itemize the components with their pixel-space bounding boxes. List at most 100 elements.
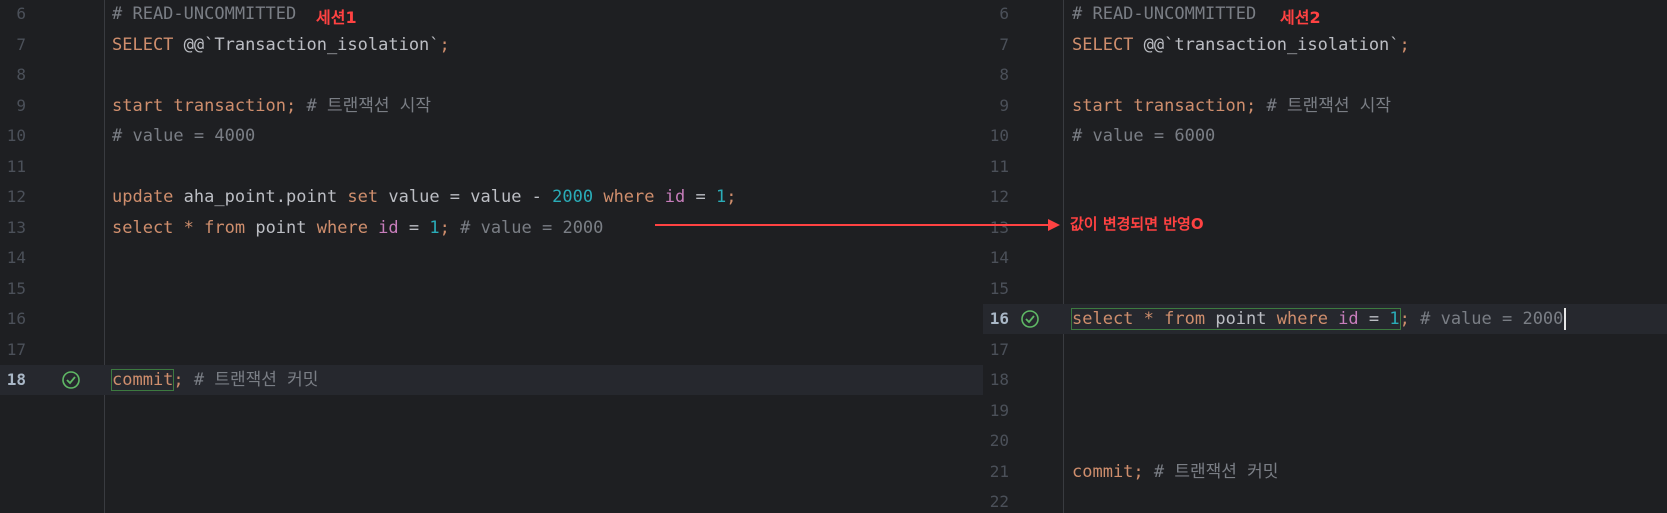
code-line[interactable]: 19 <box>983 396 1667 426</box>
right-editor-pane[interactable]: 6 # READ-UNCOMMITTED 7 SELECT @@`transacti… <box>983 0 1667 513</box>
code-line[interactable]: 17 <box>983 335 1667 365</box>
session2-annotation: 세션2 <box>1280 8 1321 27</box>
code-text: # READ-UNCOMMITTED <box>1072 0 1266 29</box>
code-line[interactable]: 14 <box>983 243 1667 273</box>
code-text: SELECT @@`transaction_isolation`; <box>1072 30 1410 60</box>
line-number: 11 <box>989 156 1009 176</box>
code-token: # value = 6000 <box>1072 126 1216 146</box>
line-number: 17 <box>989 339 1009 359</box>
highlighted-statement: select * from point where id = 1 <box>1071 308 1401 330</box>
code-token: # 트랜잭션 커밋 <box>1153 461 1279 482</box>
code-token: # value = 2000 <box>460 217 604 238</box>
line-number: 15 <box>989 278 1009 298</box>
code-token: id <box>378 217 399 238</box>
code-line[interactable]: 18 commit; # 트랜잭션 커밋 <box>0 365 983 395</box>
code-line[interactable]: 21 commit; # 트랜잭션 커밋 <box>983 457 1667 487</box>
code-line[interactable]: 22 <box>983 487 1667 513</box>
line-number: 20 <box>989 431 1009 450</box>
code-line[interactable]: 9 start transaction; # 트랜잭션 시작 <box>983 91 1667 121</box>
code-token: where <box>316 217 379 238</box>
line-number: 9 <box>16 95 26 115</box>
code-line[interactable]: 12 update aha_point.point set value = val… <box>0 182 983 212</box>
code-line[interactable]: 14 <box>0 243 983 273</box>
code-token: 2000 <box>552 187 604 207</box>
code-line[interactable]: 7 SELECT @@`Transaction_isolation`; <box>0 30 983 60</box>
code-token: = <box>398 217 430 238</box>
line-number: 16 <box>6 309 26 328</box>
code-token: # READ-UNCOMMITTED <box>1072 4 1267 24</box>
code-token: ; <box>726 187 737 207</box>
code-text: # value = 4000 <box>112 121 255 151</box>
line-number: 9 <box>999 95 1009 115</box>
line-number: 14 <box>6 248 26 267</box>
line-number: 8 <box>999 65 1009 84</box>
line-number: 11 <box>6 156 26 176</box>
code-line[interactable]: 18 <box>983 365 1667 395</box>
code-line[interactable]: 9 start transaction; # 트랜잭션 시작 <box>0 91 983 121</box>
code-token: update <box>112 187 184 207</box>
code-line[interactable]: 20 <box>983 426 1667 456</box>
code-token: commit; <box>1072 461 1154 482</box>
code-token: start transaction; <box>112 95 307 116</box>
code-token: @@`Transaction_isolation` <box>183 34 440 55</box>
code-line[interactable]: 10 # value = 4000 <box>0 121 983 151</box>
code-text: SELECT @@`Transaction_isolation`; <box>112 30 450 60</box>
code-line[interactable]: 15 <box>0 274 983 304</box>
code-token: * <box>183 217 205 238</box>
code-line[interactable]: 17 <box>0 335 983 365</box>
code-line[interactable]: 8 <box>0 60 983 90</box>
code-line[interactable]: 6 # READ-UNCOMMITTED <box>983 0 1667 29</box>
line-number: 16 <box>989 309 1009 328</box>
code-text: start transaction; # 트랜잭션 시작 <box>1072 91 1391 121</box>
line-number: 10 <box>6 126 26 145</box>
code-token: # READ-UNCOMMITTED <box>112 4 307 24</box>
code-line[interactable]: 8 <box>983 60 1667 90</box>
code-token: # value = 4000 <box>112 126 256 146</box>
code-token: ; <box>173 370 194 390</box>
code-line[interactable]: 11 <box>0 152 983 182</box>
code-token: SELECT <box>112 34 184 55</box>
line-number: 19 <box>989 400 1009 420</box>
line-number: 7 <box>16 34 26 54</box>
code-token: # value = 2000 <box>1420 309 1564 329</box>
line-number: 17 <box>6 339 26 359</box>
arrow-annotation: 값이 변경되면 반영O <box>1070 215 1204 233</box>
code-token: = <box>685 187 716 207</box>
code-line[interactable]: 13 select * from point where id = 1; # va… <box>0 213 983 243</box>
code-text: # value = 6000 <box>1072 121 1215 151</box>
code-text: update aha_point.point set value = value… <box>112 182 736 212</box>
code-line[interactable]: 11 <box>983 152 1667 182</box>
code-token: 1 <box>429 217 440 238</box>
code-token: # 트랜잭션 커밋 <box>193 370 319 390</box>
code-text: select * from point where id = 1; # valu… <box>112 213 603 243</box>
line-number: 22 <box>989 492 1009 511</box>
code-token: @@`transaction_isolation` <box>1143 34 1400 55</box>
code-text: commit; # 트랜잭션 커밋 <box>1072 457 1278 487</box>
code-line[interactable]: 16 select * from point where id = 1; # va… <box>983 304 1667 334</box>
code-token: aha_point.point <box>183 187 348 207</box>
code-token: ; <box>439 217 461 238</box>
code-token: value = value - <box>388 187 553 207</box>
check-circle-icon <box>1021 310 1039 328</box>
code-token: ; <box>1399 34 1410 55</box>
code-line[interactable]: 7 SELECT @@`transaction_isolation`; <box>983 30 1667 60</box>
line-number: 18 <box>989 370 1009 389</box>
code-token: start transaction; <box>1072 95 1267 116</box>
code-text: # READ-UNCOMMITTED <box>112 0 306 29</box>
text-caret <box>1564 308 1567 330</box>
code-line[interactable]: 12 <box>983 182 1667 212</box>
code-token: select <box>112 217 184 238</box>
code-line[interactable]: 16 <box>0 304 983 334</box>
line-number: 15 <box>6 278 26 298</box>
line-number: 12 <box>989 187 1009 206</box>
line-number: 21 <box>989 461 1009 481</box>
code-line[interactable]: 15 <box>983 274 1667 304</box>
code-line[interactable]: 10 # value = 6000 <box>983 121 1667 151</box>
line-number: 8 <box>16 65 26 84</box>
left-editor-pane[interactable]: 6 # READ-UNCOMMITTED 7 SELECT @@`Transacti… <box>0 0 983 513</box>
check-circle-icon <box>62 371 80 389</box>
code-line[interactable]: 6 # READ-UNCOMMITTED <box>0 0 983 29</box>
code-token: point <box>255 217 317 238</box>
code-token: ; <box>1399 309 1421 329</box>
code-text: start transaction; # 트랜잭션 시작 <box>112 91 431 121</box>
